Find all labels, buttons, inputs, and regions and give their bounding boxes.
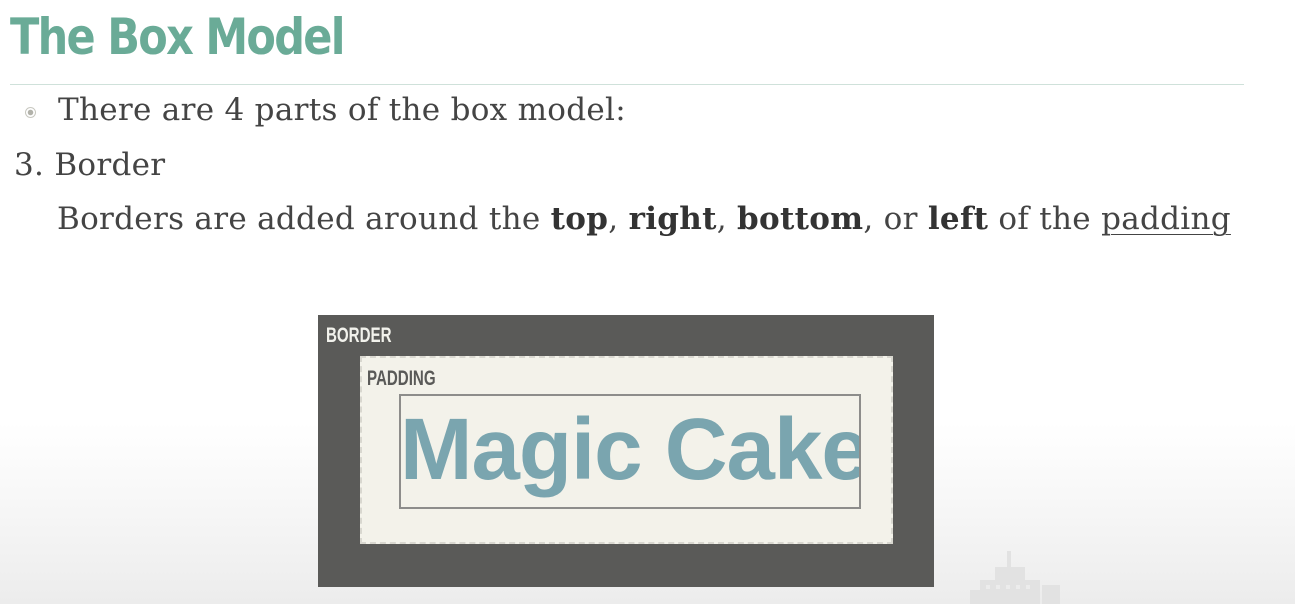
bullet-circle-icon — [25, 106, 36, 118]
content-text: Magic Cake — [400, 401, 861, 498]
keyword-left: left — [927, 201, 989, 237]
skyline-watermark — [970, 551, 1060, 604]
content-area: Magic Cake — [399, 394, 861, 509]
description-sep: , — [608, 201, 629, 237]
description-sep: , — [716, 201, 738, 237]
keyword-top: top — [550, 201, 609, 237]
bullet-item: There are 4 parts of the box model: — [25, 90, 626, 130]
padding-area: PADDING Magic Cake — [360, 356, 893, 544]
description-prefix: Borders are added around the — [57, 201, 551, 237]
padding-label: PADDING — [367, 367, 436, 390]
keyword-right: right — [628, 201, 717, 237]
keyword-bottom: bottom — [737, 201, 864, 237]
border-label: BORDER — [326, 324, 392, 347]
description-mid: of the — [988, 201, 1102, 237]
description-sep: , or — [863, 201, 928, 237]
border-description: Borders are added around the top, right,… — [57, 201, 1231, 237]
slide-title: The Box Model — [10, 8, 345, 66]
keyword-padding: padding — [1101, 201, 1231, 237]
bullet-text: There are 4 parts of the box model: — [58, 92, 627, 128]
numbered-item: 3. Border — [14, 147, 166, 183]
title-divider — [10, 84, 1244, 85]
box-model-diagram: BORDER PADDING Magic Cake — [318, 315, 934, 587]
